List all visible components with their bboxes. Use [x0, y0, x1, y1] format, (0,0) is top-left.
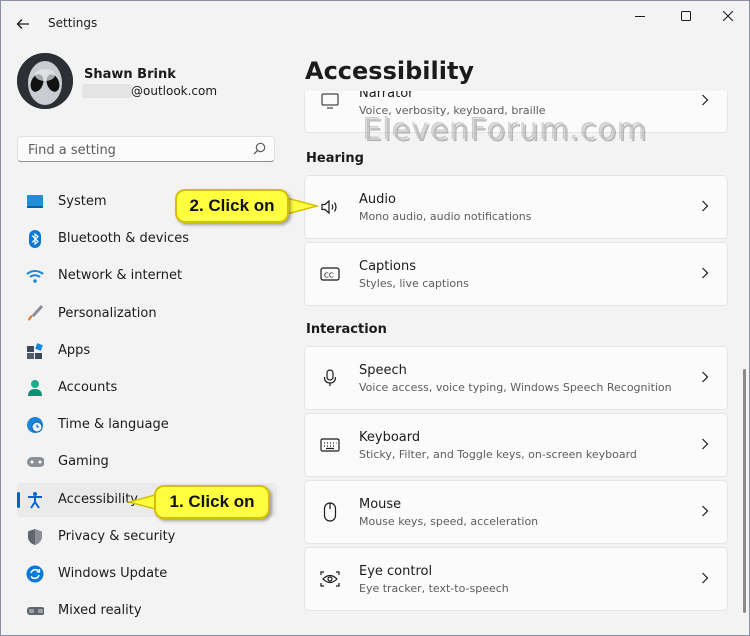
card-title: Mouse: [359, 497, 402, 512]
card-title: Eye control: [359, 564, 433, 579]
alien-avatar-image: [17, 53, 73, 109]
chevron-right-icon: [702, 572, 709, 584]
audio-card[interactable]: Audio Mono audio, audio notifications: [304, 175, 728, 239]
keyboard-icon: [320, 435, 340, 455]
card-title: Captions: [359, 259, 416, 274]
back-button[interactable]: [9, 11, 37, 37]
sidebar-item-label: Accounts: [58, 379, 118, 395]
sidebar-item-mixed-reality[interactable]: Mixed reality: [17, 594, 277, 628]
search-input[interactable]: [26, 140, 240, 160]
chevron-right-icon: [702, 371, 709, 383]
search-box[interactable]: [17, 136, 275, 162]
update-icon: [26, 565, 44, 583]
wifi-icon: [26, 267, 44, 285]
eye-control-icon: [320, 569, 340, 589]
eye-control-card[interactable]: Eye control Eye tracker, text-to-speech: [304, 547, 728, 611]
sidebar-item-network[interactable]: Network & internet: [17, 259, 277, 293]
sidebar-item-label: Mixed reality: [58, 603, 142, 619]
sidebar-item-personalization[interactable]: Personalization: [17, 297, 277, 331]
keyboard-card[interactable]: Keyboard Sticky, Filter, and Toggle keys…: [304, 413, 728, 477]
email-redaction: [82, 84, 132, 98]
sidebar-item-windows-update[interactable]: Windows Update: [17, 557, 277, 591]
minimize-icon: [635, 16, 645, 17]
card-subtitle: Mouse keys, speed, acceleration: [359, 515, 539, 528]
close-button[interactable]: [705, 1, 749, 31]
card-title: Keyboard: [359, 430, 421, 445]
callout-step-1: 1. Click on: [154, 485, 270, 519]
card-subtitle: Voice access, voice typing, Windows Spee…: [359, 381, 672, 394]
sidebar-item-label: Personalization: [58, 305, 157, 321]
card-subtitle: Eye tracker, text-to-speech: [359, 582, 509, 595]
sidebar-item-gaming[interactable]: Gaming: [17, 445, 277, 479]
card-title: Audio: [359, 192, 396, 207]
content-scroll-area[interactable]: Narrator Voice, verbosity, keyboard, bra…: [304, 91, 728, 611]
content-scrollbar[interactable]: [743, 369, 746, 613]
captions-icon: CC: [320, 264, 340, 284]
gamepad-icon: [26, 453, 44, 471]
sidebar-item-label: Apps: [58, 342, 91, 358]
speaker-icon: [320, 197, 340, 217]
card-subtitle: Mono audio, audio notifications: [359, 210, 532, 223]
system-icon: [26, 193, 44, 211]
close-icon: [723, 11, 733, 21]
app-title: Settings: [48, 16, 98, 30]
sidebar-item-label: Network & internet: [58, 268, 183, 284]
narrator-card[interactable]: Narrator Voice, verbosity, keyboard, bra…: [304, 91, 728, 133]
page-title: Accessibility: [305, 57, 475, 85]
accessibility-icon: [26, 491, 44, 509]
back-arrow-icon: [16, 19, 29, 29]
avatar[interactable]: [17, 53, 73, 109]
card-subtitle: Voice, verbosity, keyboard, braille: [359, 104, 546, 117]
callout-step-2: 2. Click on: [175, 189, 289, 223]
mouse-card[interactable]: Mouse Mouse keys, speed, acceleration: [304, 480, 728, 544]
chevron-right-icon: [702, 267, 709, 279]
card-subtitle: Styles, live captions: [359, 277, 469, 290]
sidebar-item-apps[interactable]: Apps: [17, 334, 277, 368]
minimize-button[interactable]: [617, 1, 663, 31]
chevron-right-icon: [702, 94, 709, 106]
narrator-icon: [320, 91, 340, 111]
section-interaction-label: Interaction: [306, 322, 387, 337]
headset-icon: [26, 602, 44, 620]
captions-card[interactable]: CC Captions Styles, live captions: [304, 242, 728, 306]
card-title: Speech: [359, 363, 407, 378]
maximize-icon: [681, 11, 691, 21]
sidebar-item-label: Bluetooth & devices: [58, 231, 189, 247]
sidebar-item-label: Time & language: [58, 417, 169, 433]
maximize-button[interactable]: [663, 1, 709, 31]
search-icon[interactable]: [253, 142, 266, 155]
sidebar-item-privacy[interactable]: Privacy & security: [17, 520, 277, 554]
shield-icon: [26, 528, 44, 546]
brush-icon: [26, 304, 44, 323]
chevron-right-icon: [702, 505, 709, 517]
section-hearing-label: Hearing: [306, 151, 364, 166]
bluetooth-icon: [26, 230, 44, 249]
accounts-icon: [26, 379, 44, 397]
sidebar-item-label: Privacy & security: [58, 528, 176, 544]
apps-icon: [26, 342, 44, 360]
sidebar-item-label: Windows Update: [58, 565, 168, 581]
user-email: @outlook.com: [131, 84, 218, 98]
chevron-right-icon: [702, 200, 709, 212]
mouse-icon: [320, 502, 340, 522]
sidebar-item-label: Accessibility: [58, 491, 138, 507]
speech-card[interactable]: Speech Voice access, voice typing, Windo…: [304, 346, 728, 410]
svg-text:CC: CC: [324, 272, 334, 280]
sidebar-item-time-language[interactable]: Time & language: [17, 408, 277, 442]
settings-window: Settings Shawn Brink @outlook.com Find a…: [0, 0, 750, 636]
sidebar-item-label: Gaming: [58, 454, 109, 470]
sidebar-item-bluetooth[interactable]: Bluetooth & devices: [17, 222, 277, 256]
chevron-right-icon: [702, 438, 709, 450]
sidebar-item-label: System: [58, 194, 107, 209]
user-name: Shawn Brink: [84, 67, 176, 82]
card-title: Narrator: [359, 91, 414, 101]
microphone-icon: [320, 368, 340, 388]
card-subtitle: Sticky, Filter, and Toggle keys, on-scre…: [359, 448, 637, 461]
globe-clock-icon: [26, 416, 44, 434]
title-bar: Settings: [1, 1, 749, 47]
sidebar-item-accounts[interactable]: Accounts: [17, 371, 277, 405]
sidebar-nav: System Bluetooth & devices Network & int…: [17, 185, 277, 631]
